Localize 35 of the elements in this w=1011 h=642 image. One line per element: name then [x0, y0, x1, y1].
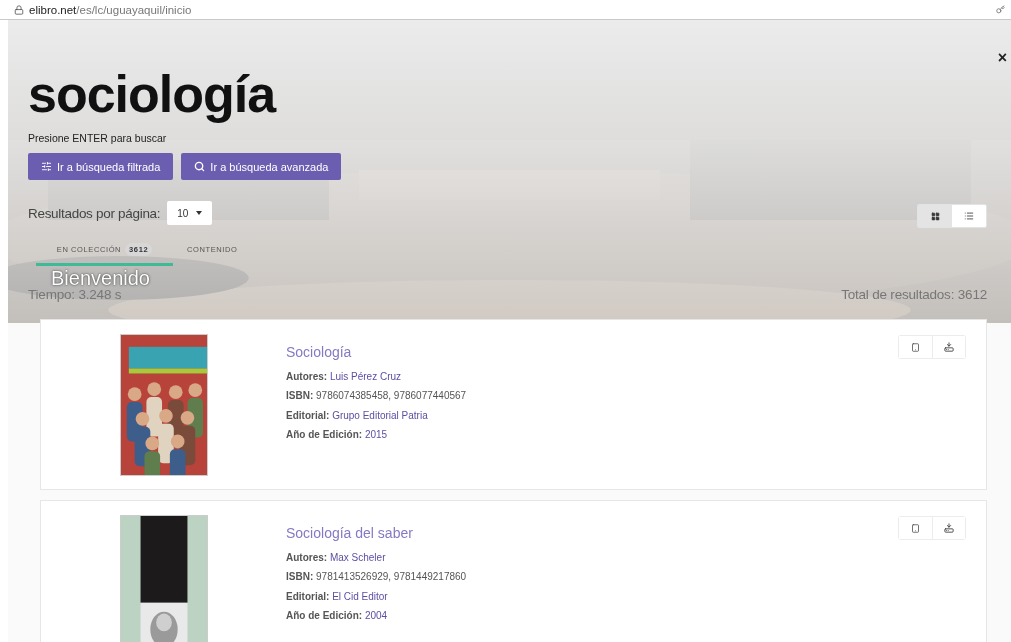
grid-icon — [930, 211, 940, 221]
sliders-icon — [41, 161, 52, 172]
search-field[interactable]: sociología — [28, 64, 388, 124]
advanced-search-button[interactable]: Ir a búsqueda avanzada — [181, 153, 342, 180]
book-detail: Editorial: El Cid Editor — [286, 589, 388, 604]
list-icon — [964, 211, 974, 221]
book-detail: Autores: Luis Pérez Cruz — [286, 370, 402, 384]
book-title[interactable]: Sociología — [286, 344, 352, 360]
caret-icon — [196, 211, 203, 215]
filtered-search-button[interactable]: Ir a búsqueda filtrada — [28, 153, 174, 180]
address-url[interactable]: elibro.net/es/lc/uguayaquil/inicio — [29, 3, 192, 16]
welcome-text: Bienvenido — [51, 268, 150, 288]
close-button[interactable]: × — [997, 50, 1007, 66]
search-icon — [194, 161, 206, 172]
grid-view-button[interactable] — [918, 205, 952, 227]
per-page-select[interactable]: 10 — [167, 201, 213, 225]
tablet-icon — [911, 342, 920, 352]
download-button[interactable] — [932, 336, 965, 358]
search-time: Tiempo: 3.248 s — [28, 287, 122, 302]
lock-icon — [14, 4, 24, 15]
download-button[interactable] — [932, 517, 965, 539]
download-icon — [944, 523, 954, 533]
key-icon[interactable] — [996, 5, 1005, 14]
book-detail: Autores: Max Scheler — [286, 551, 386, 565]
book-detail: Año de Edición: 2004 — [286, 608, 388, 623]
search-hint: Presione ENTER para buscar — [28, 132, 167, 144]
book-detail: Año de Edición: 2015 — [286, 427, 388, 442]
book-title[interactable]: Sociología del saber — [286, 525, 413, 541]
book-detail: ISBN: 9781413526929, 9781449217860 — [286, 570, 467, 585]
results-total: Total de resultados: 3612 — [841, 287, 987, 302]
book-detail: Editorial: Grupo Editorial Patria — [286, 408, 428, 423]
per-page-label: Resultados por página: — [28, 205, 161, 221]
book-detail: ISBN: 9786074385458, 9786077440567 — [286, 389, 467, 404]
tablet-icon — [911, 523, 920, 533]
download-icon — [944, 342, 954, 352]
